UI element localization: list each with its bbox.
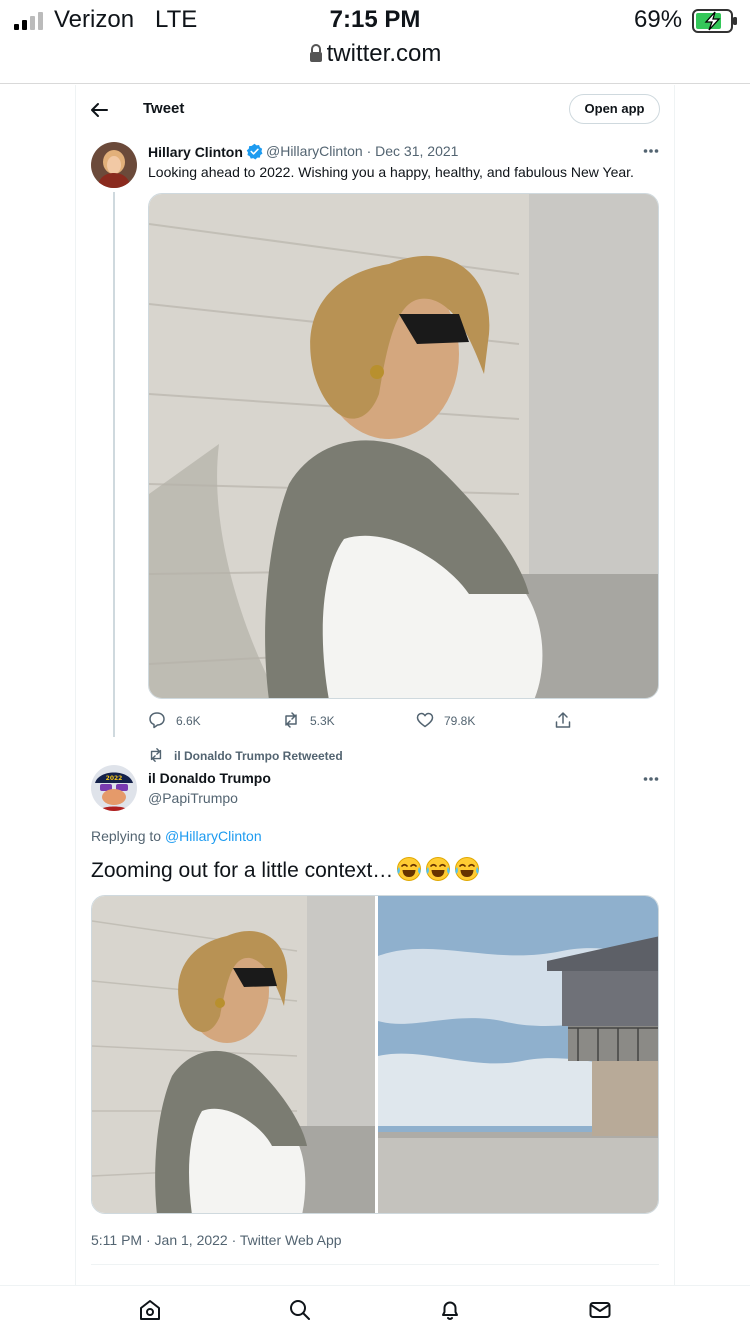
divider	[91, 1264, 659, 1265]
retweet-icon	[150, 748, 162, 762]
bottom-navigation	[0, 1285, 750, 1334]
tweet-header: Tweet Open app	[75, 88, 675, 132]
verified-badge-icon	[246, 143, 263, 160]
url-text: twitter.com	[326, 40, 442, 67]
browser-status-bar: Verizon LTE 7:15 PM 69% twitter.com	[0, 0, 750, 84]
heart-icon	[416, 712, 434, 728]
arrow-left-icon[interactable]	[89, 100, 109, 120]
retweet-icon	[285, 712, 297, 728]
svg-text:2022: 2022	[106, 775, 123, 782]
thread-connector-line	[113, 192, 115, 737]
notifications-icon[interactable]	[438, 1298, 462, 1322]
search-icon[interactable]	[288, 1298, 312, 1322]
meta-separator: ·	[366, 143, 372, 159]
like-action[interactable]: 79.8K	[416, 710, 506, 732]
reply-author-name[interactable]: il Donaldo Trumpo	[148, 770, 271, 786]
like-count: 79.8K	[444, 714, 476, 728]
home-icon[interactable]	[138, 1298, 162, 1322]
tweet-date[interactable]: Dec 31, 2021	[375, 143, 458, 159]
messages-icon[interactable]	[588, 1298, 612, 1322]
share-action[interactable]	[554, 710, 576, 732]
tweet-text: Looking ahead to 2022. Wishing you a hap…	[148, 164, 634, 180]
reply-tweet-text: Zooming out for a little context…	[91, 856, 480, 883]
reply-author-handle[interactable]: @PapiTrumpo	[148, 790, 238, 806]
battery-charging-icon	[692, 9, 737, 33]
hillary-clinton-avatar[interactable]	[91, 142, 137, 188]
reply-count: 6.6K	[176, 714, 201, 728]
page-title: Tweet	[143, 100, 185, 117]
retweet-count: 5.3K	[310, 714, 335, 728]
tweet-actions: 6.6K 5.3K 79.8K	[148, 710, 578, 732]
author-name-text: Hillary Clinton	[148, 144, 243, 160]
reply-icon	[149, 712, 165, 729]
lock-icon	[309, 44, 322, 62]
face-with-tears-of-joy-icon	[397, 857, 422, 881]
reply-action[interactable]: 6.6K	[148, 710, 238, 732]
papitrumpo-avatar[interactable]: 2022	[91, 765, 137, 811]
replying-to-link[interactable]: @HillaryClinton	[165, 828, 262, 844]
reply-photo-collage[interactable]	[91, 895, 659, 1214]
more-options-icon[interactable]	[643, 148, 659, 154]
author-name[interactable]: Hillary Clinton	[148, 143, 263, 160]
tweet-photo[interactable]	[148, 193, 659, 699]
tweet-meta: @HillaryClinton · Dec 31, 2021	[266, 143, 458, 159]
replying-to-line: Replying to @HillaryClinton	[91, 828, 262, 844]
open-app-button[interactable]: Open app	[569, 94, 660, 124]
face-with-tears-of-joy-icon	[455, 857, 480, 881]
reply-tweet-text-content: Zooming out for a little context…	[91, 859, 394, 882]
battery-percentage: 69%	[634, 6, 683, 33]
more-options-icon[interactable]	[643, 776, 659, 782]
retweet-action[interactable]: 5.3K	[282, 710, 372, 732]
replying-to-prefix: Replying to	[91, 828, 162, 844]
share-icon	[555, 712, 571, 728]
tweet-timestamp[interactable]: 5:11 PM · Jan 1, 2022 · Twitter Web App	[91, 1232, 342, 1248]
retweeted-by-text: il Donaldo Trumpo Retweeted	[174, 749, 343, 763]
face-with-tears-of-joy-icon	[426, 857, 451, 881]
author-handle[interactable]: @HillaryClinton	[266, 143, 363, 159]
address-bar[interactable]: twitter.com	[0, 40, 750, 68]
